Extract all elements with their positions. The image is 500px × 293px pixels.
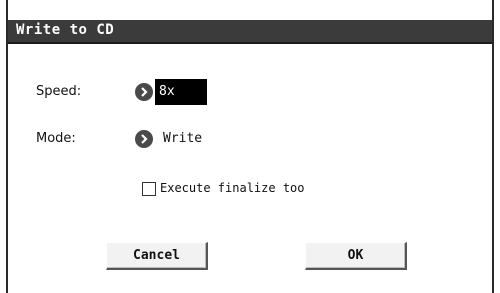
chevron-right-icon[interactable] (135, 130, 153, 148)
speed-select[interactable]: 8x (155, 79, 207, 105)
finalize-checkbox-label[interactable]: Execute finalize too (160, 181, 305, 195)
mode-select[interactable]: Write (163, 131, 202, 146)
finalize-checkbox[interactable] (142, 182, 156, 196)
cancel-button[interactable]: Cancel (106, 242, 208, 270)
dialog-titlebar: Write to CD (8, 20, 492, 44)
speed-label: Speed: (36, 84, 82, 99)
mode-label: Mode: (36, 131, 76, 146)
chevron-right-icon[interactable] (135, 83, 153, 101)
dialog-title: Write to CD (16, 22, 115, 38)
ok-button[interactable]: OK (305, 242, 407, 270)
write-to-cd-dialog: Write to CD Speed: 8x Mode: Write Execut… (6, 0, 494, 293)
